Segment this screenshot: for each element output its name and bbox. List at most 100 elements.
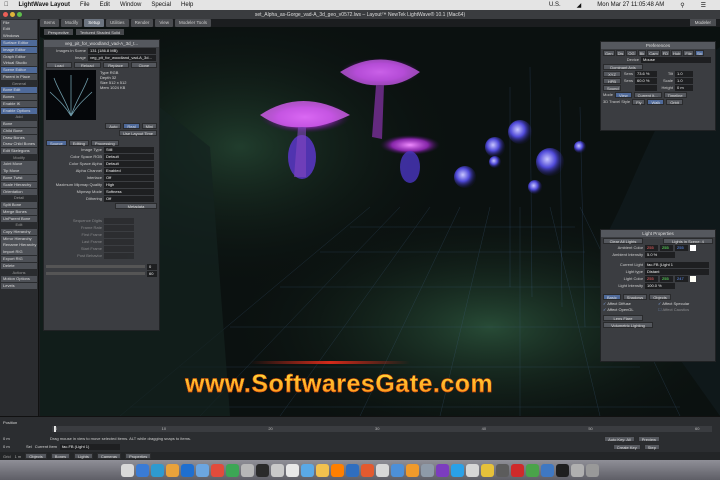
travel-fly[interactable]: Fly bbox=[632, 98, 646, 105]
view-auto-button[interactable]: Auto bbox=[105, 122, 122, 129]
light-tab-shadows[interactable]: Shadows bbox=[622, 293, 648, 300]
select-color-space-rgb[interactable]: Default bbox=[104, 153, 154, 160]
select-mipmap-mode[interactable]: Softness bbox=[104, 188, 154, 195]
dock-app-icon[interactable] bbox=[316, 463, 329, 477]
sidebar-item-bone-edit[interactable]: Bone Edit bbox=[1, 87, 37, 94]
sidebar-item-bones[interactable]: Bones bbox=[1, 94, 37, 101]
select-interlace[interactable]: Off bbox=[104, 174, 154, 181]
sidebar-item-draw-bones[interactable]: Draw Bones bbox=[1, 134, 37, 141]
sidebar-item-rename-hierarchy[interactable]: Rename Hierarchy bbox=[1, 242, 37, 249]
view-mode-select[interactable]: Perspective bbox=[44, 29, 73, 35]
pref-tab-og[interactable]: OG bbox=[626, 49, 637, 56]
dock-app-icon[interactable] bbox=[301, 463, 314, 477]
field-last-frame[interactable] bbox=[104, 238, 134, 245]
list-icon[interactable]: ☰ bbox=[701, 2, 706, 9]
dock-app-icon[interactable] bbox=[286, 463, 299, 477]
light-intensity-field[interactable]: 100.0 % bbox=[645, 282, 675, 289]
sidebar-item-unparent-bone[interactable]: UnParent Bone bbox=[1, 215, 37, 222]
image-thumbnail[interactable] bbox=[46, 70, 96, 120]
light-tab-basic[interactable]: Basic bbox=[603, 293, 621, 300]
sidebar-item-surface-editor[interactable]: Surface Editor bbox=[1, 39, 37, 47]
dock-app-icon[interactable] bbox=[121, 463, 134, 477]
images-in-scene-value[interactable]: 131 (186.8 MB) bbox=[88, 47, 156, 54]
check-affect-caustics[interactable]: ☐ Affect Caustics bbox=[658, 307, 713, 313]
light-tab-objects[interactable]: Objects bbox=[649, 293, 671, 300]
x-row-value[interactable]: 0 m bbox=[3, 436, 47, 441]
menu-window[interactable]: Window bbox=[120, 2, 141, 8]
sidebar-item-mirror-hierarchy[interactable]: Mirror Hierarchy bbox=[1, 235, 37, 242]
pref-sound-sens[interactable] bbox=[635, 84, 657, 91]
dock-app-icon[interactable] bbox=[136, 463, 149, 477]
pref-tab-ski[interactable]: Ski bbox=[694, 49, 705, 56]
sidebar-item-edit-skelegons[interactable]: Edit Skelegons bbox=[1, 148, 37, 155]
out-value[interactable]: 60 bbox=[147, 270, 157, 277]
dock-app-icon[interactable] bbox=[571, 463, 584, 477]
dock-app-icon[interactable] bbox=[481, 463, 494, 477]
select-dithering[interactable]: Off bbox=[104, 195, 154, 202]
apple-icon[interactable]:  bbox=[4, 2, 9, 8]
auto-key-button[interactable]: Auto Key: All bbox=[604, 435, 635, 442]
dock-app-icon[interactable] bbox=[331, 463, 344, 477]
clone-button[interactable]: Clone bbox=[130, 61, 157, 68]
dock-app-icon[interactable] bbox=[451, 463, 464, 477]
tab-setup[interactable]: Setup bbox=[84, 19, 105, 27]
pref-tab-cam[interactable]: Cam bbox=[647, 49, 660, 56]
dock-app-icon[interactable] bbox=[211, 463, 224, 477]
timeline-ruler[interactable]: 0 10 20 30 40 50 60 bbox=[52, 426, 712, 432]
lens-flare-button[interactable]: Lens Flare bbox=[603, 314, 643, 321]
sidebar-item-parent-in-place[interactable]: Parent in Place bbox=[1, 73, 37, 81]
pref-tab-hub[interactable]: Hub bbox=[671, 49, 683, 56]
light-g[interactable]: 255 bbox=[660, 275, 673, 282]
sidebar-item-image-editor[interactable]: Image Editor bbox=[1, 46, 37, 53]
field-first-frame[interactable] bbox=[104, 231, 134, 238]
sidebar-item-edit[interactable]: Edit bbox=[1, 26, 37, 33]
dock-app-icon[interactable] bbox=[241, 463, 254, 477]
dock-app-icon[interactable] bbox=[151, 463, 164, 477]
dominant-axis-button[interactable]: Dominant Axis bbox=[603, 63, 643, 70]
sidebar-item-windows[interactable]: Windows bbox=[1, 33, 37, 40]
dock-app-icon[interactable] bbox=[511, 463, 524, 477]
sidebar-item-split-bone[interactable]: Split Bone bbox=[1, 201, 37, 209]
sidebar-item-draw-child-bones[interactable]: Draw Child Bones bbox=[1, 141, 37, 148]
dock-app-icon[interactable] bbox=[421, 463, 434, 477]
menu-help[interactable]: Help bbox=[181, 2, 193, 8]
select-color-space-alpha[interactable]: Default bbox=[104, 160, 154, 167]
item-type-bones[interactable]: Bones bbox=[50, 453, 71, 459]
sidebar-item-export-rig[interactable]: Export RIG bbox=[1, 256, 37, 263]
sidebar-item-bone-twist[interactable]: Bone Twist bbox=[1, 175, 37, 182]
image-editor-title[interactable]: veg_pit_for_woodland_vad-A_3d_t... bbox=[44, 40, 159, 47]
dock-app-icon[interactable] bbox=[541, 463, 554, 477]
modeler-button[interactable]: Modeler bbox=[689, 19, 716, 26]
mode-view[interactable]: View bbox=[615, 91, 632, 98]
dock-app-icon[interactable] bbox=[181, 463, 194, 477]
lights-in-scene[interactable]: Lights in Scene: 4 bbox=[663, 237, 713, 244]
dock-app-icon[interactable] bbox=[391, 463, 404, 477]
clock[interactable]: Mon Mar 27 11:05:48 AM bbox=[597, 2, 664, 8]
reload-button[interactable]: Reload bbox=[74, 61, 101, 68]
dock-app-icon[interactable] bbox=[376, 463, 389, 477]
dock-app-icon[interactable] bbox=[346, 463, 359, 477]
ambient-r[interactable]: 255 bbox=[645, 244, 658, 251]
tab-processing[interactable]: Processing bbox=[90, 139, 119, 146]
light-r[interactable]: 255 bbox=[645, 275, 658, 282]
load-button[interactable]: Load bbox=[46, 61, 73, 68]
select-alpha-channel[interactable]: Enabled bbox=[104, 167, 154, 174]
current-item-select[interactable]: fac.FB (Light 1) bbox=[60, 443, 121, 450]
preview-button[interactable]: Preview bbox=[637, 435, 660, 442]
dock-app-icon[interactable] bbox=[226, 463, 239, 477]
travel-orbit[interactable]: Orbit bbox=[666, 98, 683, 105]
sidebar-item-import-rig[interactable]: Import RIG bbox=[1, 249, 37, 256]
sidebar-item-copy-hierarchy[interactable]: Copy Hierarchy bbox=[1, 228, 37, 236]
preferences-title[interactable]: Preferences bbox=[601, 42, 715, 49]
travel-walk[interactable]: Walk bbox=[647, 98, 665, 105]
item-type-objects[interactable]: Objects bbox=[25, 453, 47, 459]
dock-app-icon[interactable] bbox=[361, 463, 374, 477]
tab-source[interactable]: Source bbox=[46, 139, 67, 146]
pref-hpb-toggle[interactable]: HPB bbox=[603, 77, 621, 84]
pref-hpb-value[interactable]: 1.0 bbox=[675, 77, 693, 84]
tab-utilities[interactable]: Utilities bbox=[106, 19, 129, 27]
sidebar-item-merge-bones[interactable]: Merge Bones bbox=[1, 208, 37, 215]
step-button[interactable]: Step bbox=[643, 443, 660, 450]
field-start-frame[interactable] bbox=[104, 245, 134, 252]
item-type-properties[interactable]: Properties bbox=[125, 453, 152, 459]
